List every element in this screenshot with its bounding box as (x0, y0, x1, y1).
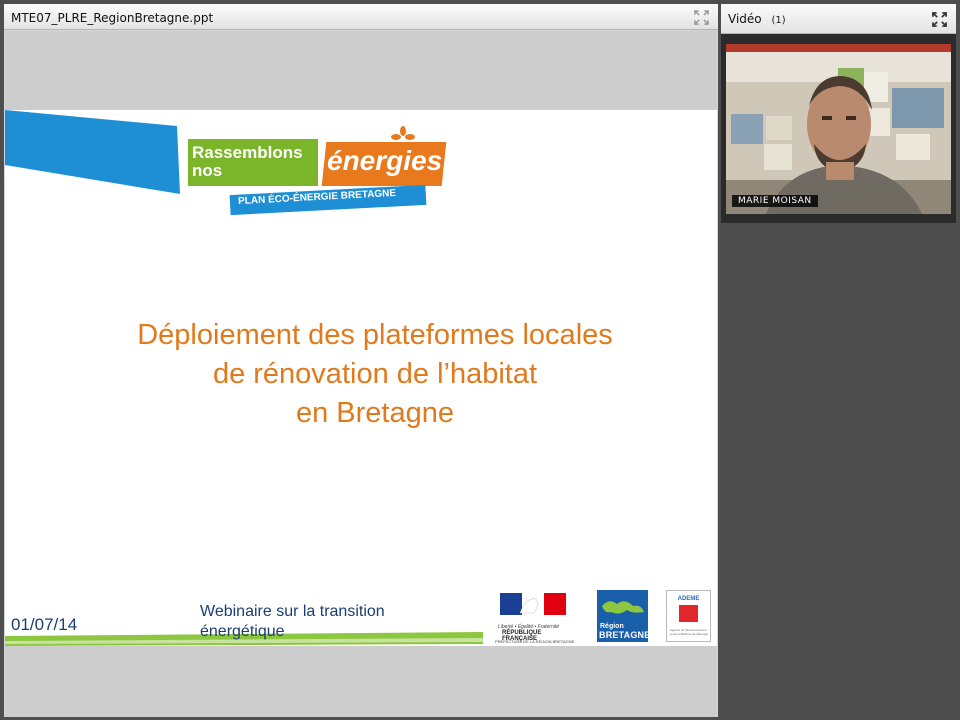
ademe-name: ADEME (677, 596, 700, 602)
region-bretagne-logo: Région BRETAGNE (597, 590, 651, 642)
logo-nos: nos (192, 161, 223, 180)
webinar-subtitle: Webinaire sur la transition énergétique (200, 602, 440, 642)
ademe-subtitle: Agence de l'Environnement et de la Maîtr… (670, 628, 708, 636)
slide-title-line: Déploiement des plateformes locales (137, 319, 613, 351)
bretagne-map-icon (602, 601, 644, 614)
slide-title: Déploiement des plateformes locales de r… (5, 316, 717, 433)
logo-energies: énergies! (327, 145, 452, 176)
republique-francaise-logo: Liberté • Égalité • Fraternité RÉPUBLIQU… (488, 590, 575, 646)
region-line2: BRETAGNE (599, 630, 651, 640)
ademe-logo: ADEME Agence de l'Environnement et de la… (666, 590, 711, 642)
expand-icon[interactable] (932, 12, 947, 27)
video-panel: Vidéo (1) MARIE MOISAN (721, 4, 956, 223)
rf-prefecture: PRÉFECTURE DE LA RÉGION BRETAGNE (495, 639, 575, 644)
webinar-line: énergétique (200, 623, 285, 640)
presentation-filename: MTE07_PLRE_RegionBretagne.ppt (11, 11, 214, 25)
slide-margin-bottom (5, 646, 717, 717)
expand-icon[interactable] (694, 10, 709, 25)
region-line1: Région (600, 623, 624, 630)
slide-date: 01/07/14 (11, 615, 78, 634)
slide-title-line: de rénovation de l’habitat (212, 358, 538, 390)
video-panel-header: Vidéo (1) (721, 4, 956, 34)
slide-title-line: en Bretagne (295, 397, 454, 429)
presentation-panel-header: MTE07_PLRE_RegionBretagne.ppt (4, 4, 718, 30)
slide-margin-top (5, 31, 717, 110)
brand-logo: Rassemblons nos énergies! PLAN ÉCO-ÉNERG… (188, 126, 452, 240)
video-panel-title: Vidéo (728, 12, 762, 26)
flower-icon (391, 126, 415, 140)
slide: Rassemblons nos énergies! PLAN ÉCO-ÉNERG… (5, 110, 717, 646)
logo-rassemblons: Rassemblons (192, 143, 303, 162)
webinar-line: Webinaire sur la transition (200, 603, 385, 620)
presentation-panel: MTE07_PLRE_RegionBretagne.ppt Rassemblon… (4, 4, 718, 717)
video-feed[interactable]: MARIE MOISAN (726, 44, 951, 214)
webcam-image (726, 44, 951, 214)
marianne-icon (500, 593, 566, 615)
participant-name: MARIE MOISAN (732, 195, 818, 207)
participant-count: (1) (771, 15, 786, 26)
ademe-emblem-icon (679, 605, 698, 622)
